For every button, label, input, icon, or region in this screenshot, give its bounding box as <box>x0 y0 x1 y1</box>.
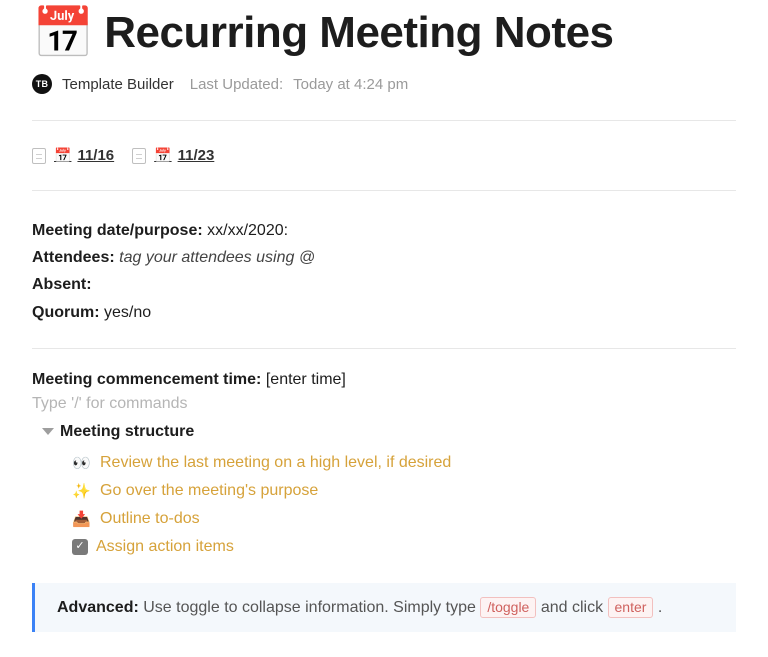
subpage-label: 11/23 <box>178 147 215 164</box>
structure-link[interactable]: Go over the meeting's purpose <box>100 482 318 500</box>
eyes-icon: 👀 <box>72 454 92 472</box>
subpage-chip[interactable]: 📅 11/16 <box>32 147 114 164</box>
list-item: ✓ Assign action items <box>32 533 736 561</box>
field-label: Quorum: <box>32 304 100 321</box>
document-icon <box>132 148 146 164</box>
subpage-chip[interactable]: 📅 11/23 <box>132 147 214 164</box>
page-title-row: 📅 Recurring Meeting Notes <box>32 8 736 58</box>
field-value[interactable]: tag your attendees using @ <box>119 249 315 266</box>
structure-link[interactable]: Assign action items <box>96 538 234 556</box>
field-label: Meeting date/purpose: <box>32 222 203 239</box>
chevron-down-icon <box>42 428 54 435</box>
subpage-chip-row: 📅 11/16 📅 11/23 <box>32 147 736 164</box>
document-icon <box>32 148 46 164</box>
last-updated-label: Last Updated: <box>190 76 283 93</box>
field-value[interactable]: [enter time] <box>266 371 346 388</box>
field-quorum: Quorum: yes/no <box>32 299 736 326</box>
field-value[interactable]: yes/no <box>104 304 151 321</box>
checkbox-checked-icon[interactable]: ✓ <box>72 539 88 555</box>
toggle-meeting-structure: Meeting structure 👀 Review the last meet… <box>32 423 736 561</box>
divider <box>32 120 736 121</box>
toggle-title: Meeting structure <box>60 423 194 441</box>
callout-text: and click <box>541 599 603 616</box>
callout-lead: Advanced: <box>57 599 139 616</box>
field-label: Absent: <box>32 276 92 293</box>
structure-link[interactable]: Review the last meeting on a high level,… <box>100 454 451 472</box>
field-date-purpose: Meeting date/purpose: xx/xx/2020: <box>32 217 736 244</box>
sparkles-icon: ✨ <box>72 482 92 500</box>
field-attendees: Attendees: tag your attendees using @ <box>32 244 736 271</box>
field-label: Meeting commencement time: <box>32 371 261 388</box>
field-commencement: Meeting commencement time: [enter time] <box>32 371 736 389</box>
field-absent: Absent: <box>32 271 736 298</box>
byline: TB Template Builder Last Updated: Today … <box>32 74 736 94</box>
inbox-icon: 📥 <box>72 510 92 528</box>
calendar-icon: 📅 <box>54 147 71 164</box>
toggle-header[interactable]: Meeting structure <box>32 423 736 441</box>
avatar: TB <box>32 74 52 94</box>
list-item: 📥 Outline to-dos <box>32 505 736 533</box>
kbd-enter: enter <box>608 597 654 619</box>
calendar-icon: 📅 <box>32 8 94 58</box>
list-item: 👀 Review the last meeting on a high leve… <box>32 449 736 477</box>
structure-list: 👀 Review the last meeting on a high leve… <box>32 449 736 561</box>
field-value[interactable]: xx/xx/2020: <box>207 222 288 239</box>
advanced-callout: Advanced: Use toggle to collapse informa… <box>32 583 736 633</box>
callout-text: . <box>658 599 662 616</box>
structure-link[interactable]: Outline to-dos <box>100 510 200 528</box>
divider <box>32 190 736 191</box>
author-name: Template Builder <box>62 76 174 93</box>
meeting-fields: Meeting date/purpose: xx/xx/2020: Attend… <box>32 217 736 326</box>
slash-command-placeholder[interactable]: Type '/' for commands <box>32 395 736 413</box>
kbd-toggle: /toggle <box>480 597 536 619</box>
last-updated-value: Today at 4:24 pm <box>293 76 408 93</box>
field-label: Attendees: <box>32 249 115 266</box>
callout-text: Use toggle to collapse information. Simp… <box>143 599 476 616</box>
page-title: Recurring Meeting Notes <box>104 8 613 58</box>
calendar-icon: 📅 <box>154 147 171 164</box>
divider <box>32 348 736 349</box>
subpage-label: 11/16 <box>77 147 114 164</box>
list-item: ✨ Go over the meeting's purpose <box>32 477 736 505</box>
